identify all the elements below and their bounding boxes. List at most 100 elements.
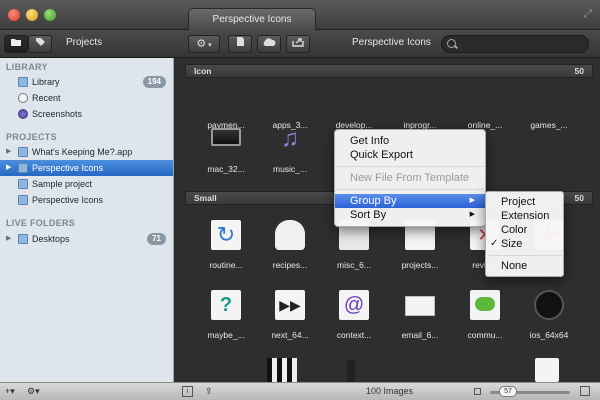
menu-item-group-by[interactable]: Group By ▶ — [335, 194, 485, 208]
image-count-label: 100 Images — [366, 386, 414, 396]
submenu-arrow-icon: ▶ — [469, 211, 475, 218]
icon-caption: games_... — [530, 120, 568, 130]
section-title: Small — [194, 193, 217, 203]
sidebar-item-recent[interactable]: Recent — [0, 90, 173, 106]
checkmark-icon: ✓ — [490, 238, 499, 249]
icon-tile[interactable]: ▶▶ next_64... — [259, 284, 321, 340]
icon-tile[interactable]: email_6... — [389, 284, 451, 340]
submenu-item-project[interactable]: Project — [486, 195, 563, 209]
projects-label: Projects — [66, 37, 103, 48]
bottom-bar: +▾ ⚙▾ i ⇪ 100 Images 57 — [0, 382, 600, 400]
menu-item-label: Get Info — [350, 135, 390, 147]
icon-caption: mac_32... — [207, 164, 245, 174]
sidebar-item-label: Recent — [32, 93, 61, 103]
document-icon — [535, 358, 559, 382]
music-note-icon: ♫ — [281, 125, 299, 152]
icon-caption: email_6... — [401, 330, 439, 340]
count-badge: 194 — [142, 76, 166, 88]
projects-heading: PROJECTS — [6, 132, 57, 142]
icon-caption: context... — [336, 330, 372, 340]
refresh-icon: ↻ — [211, 220, 241, 250]
sidebar-item-label: Desktops — [32, 234, 70, 244]
submenu-item-extension[interactable]: Extension — [486, 209, 563, 223]
menu-item-label: New File From Template — [350, 172, 469, 184]
traffic-light-icon — [347, 360, 355, 382]
icon-caption: projects... — [401, 260, 439, 270]
submenu-item-none[interactable]: None — [486, 259, 563, 273]
search-icon — [447, 39, 456, 48]
folder-icon — [18, 195, 28, 205]
gear-icon[interactable]: ⚙▾ — [27, 386, 40, 397]
folder-icon — [18, 179, 28, 189]
sidebar-item-project-selected[interactable]: ▶ Perspective Icons — [0, 160, 173, 176]
title-bar: Perspective Icons ⤢ — [0, 0, 600, 30]
menu-item-quick-export[interactable]: Quick Export — [335, 148, 485, 162]
icon-caption: commu... — [467, 330, 503, 340]
minimize-window-button[interactable] — [26, 9, 38, 21]
submenu-item-color[interactable]: Color — [486, 223, 563, 237]
close-window-button[interactable] — [8, 9, 20, 21]
export-icon[interactable]: ⇪ — [205, 386, 213, 397]
icon-tile[interactable]: games_... — [518, 74, 580, 130]
cloud-button[interactable] — [257, 35, 281, 53]
icon-caption: music_... — [272, 164, 307, 174]
sidebar-item-screenshots[interactable]: Screenshots — [0, 106, 173, 122]
menu-item-label: Group By — [350, 195, 397, 207]
live-folders-heading: LIVE FOLDERS — [6, 218, 76, 228]
icon-tile[interactable]: @ context... — [323, 284, 385, 340]
menu-item-get-info[interactable]: Get Info — [335, 134, 485, 148]
context-menu: Get Info Quick Export New File From Temp… — [334, 129, 486, 227]
info-icon[interactable]: i — [182, 386, 193, 397]
icon-tile[interactable]: commu... — [454, 284, 516, 340]
tag-view-button[interactable] — [28, 35, 52, 53]
icon-tile[interactable]: ? maybe_... — [195, 284, 257, 340]
large-thumbnail-icon — [580, 386, 590, 396]
icon-tile[interactable]: develop... — [323, 74, 385, 130]
fullscreen-icon[interactable]: ⤢ — [583, 8, 592, 21]
menu-item-label: Quick Export — [350, 149, 413, 161]
sidebar-item-project[interactable]: Sample project — [0, 176, 173, 192]
menu-item-sort-by[interactable]: Sort By ▶ — [335, 208, 485, 222]
icon-tile[interactable]: inprogr... — [389, 74, 451, 130]
library-heading: LIBRARY — [6, 62, 48, 72]
add-button[interactable]: +▾ — [5, 386, 15, 397]
icon-tile[interactable]: mac_32... — [195, 118, 257, 174]
icon-caption: maybe_... — [207, 330, 245, 340]
chat-bubble-icon — [470, 290, 500, 320]
folder-icon — [18, 77, 28, 87]
icon-tile[interactable]: recipes... — [259, 214, 321, 270]
menu-separator — [336, 189, 484, 190]
new-file-button[interactable] — [228, 35, 252, 53]
icon-tile[interactable]: ↻ routine... — [195, 214, 257, 270]
clock-icon — [18, 93, 28, 103]
search-field[interactable] — [441, 35, 589, 53]
disclosure-triangle-icon[interactable]: ▶ — [6, 160, 11, 176]
share-button[interactable] — [286, 35, 310, 53]
sidebar-item-project[interactable]: ▶ What's Keeping Me?.app — [0, 144, 173, 160]
menu-item-label: Size — [501, 238, 523, 250]
icon-caption: next_64... — [271, 330, 309, 340]
disclosure-triangle-icon[interactable]: ▶ — [6, 144, 11, 160]
zoom-window-button[interactable] — [44, 9, 56, 21]
sidebar-item-label: Perspective Icons — [32, 163, 104, 173]
toolbar: Projects ⚙ ▾ Perspective Icons — [0, 30, 600, 58]
window-tab[interactable]: Perspective Icons — [188, 8, 316, 30]
chevron-down-icon: ▾ — [206, 42, 212, 49]
folder-icon — [11, 39, 21, 46]
sidebar-item-desktops[interactable]: ▶ Desktops 71 — [0, 231, 173, 247]
menu-separator — [487, 255, 562, 256]
folder-view-button[interactable] — [4, 35, 28, 53]
action-menu-button[interactable]: ⚙ ▾ — [188, 35, 220, 53]
disclosure-triangle-icon[interactable]: ▶ — [6, 231, 11, 247]
icon-caption: ios_64x64 — [529, 330, 569, 340]
icon-tile[interactable]: ♫ music_... — [259, 118, 321, 174]
sidebar-item-label: Library — [32, 77, 60, 87]
sidebar-item-library[interactable]: Library 194 — [0, 74, 173, 90]
icon-tile[interactable]: online_... — [454, 74, 516, 130]
sidebar-item-project[interactable]: Perspective Icons — [0, 192, 173, 208]
zoom-slider-knob[interactable]: 57 — [499, 386, 517, 397]
search-input[interactable] — [458, 37, 584, 51]
icon-tile[interactable]: ios_64x64 — [518, 284, 580, 340]
submenu-item-size[interactable]: ✓ Size — [486, 237, 563, 251]
menu-item-label: None — [501, 260, 528, 272]
